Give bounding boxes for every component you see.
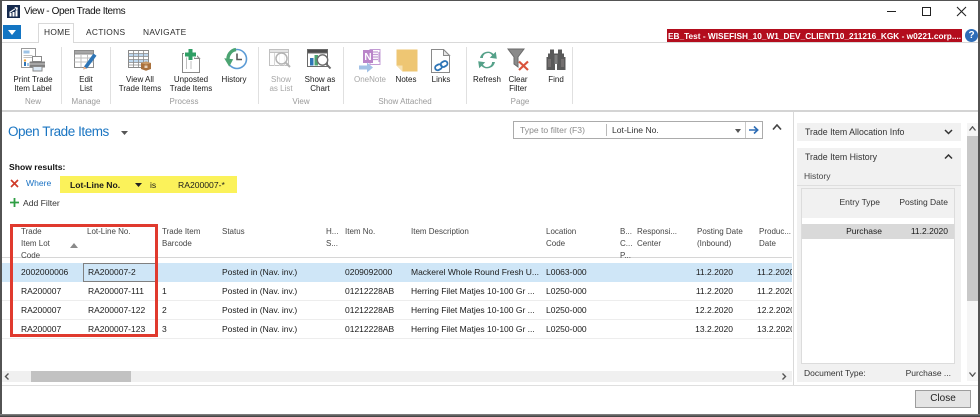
svg-text:N: N — [364, 52, 371, 63]
